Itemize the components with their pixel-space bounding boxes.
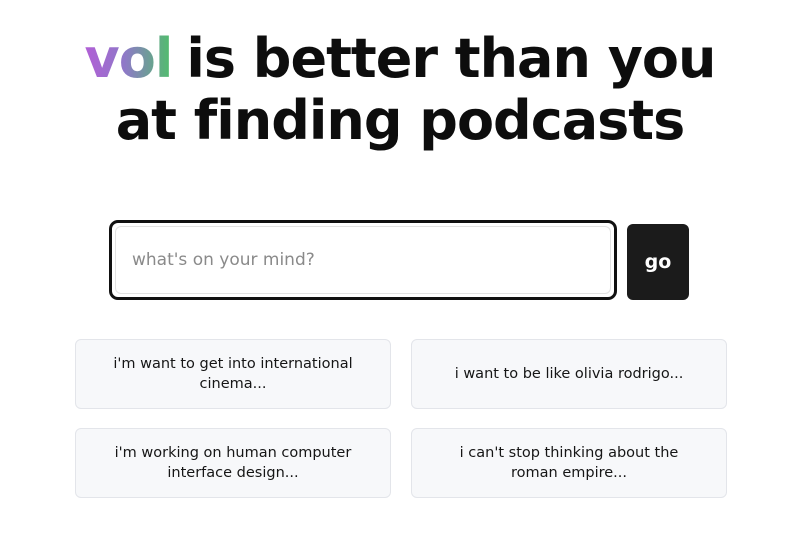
go-button[interactable]: go	[627, 224, 689, 300]
headline: vol is better than you at finding podcast…	[0, 28, 800, 152]
headline-line-2: at finding podcasts	[115, 89, 686, 152]
search-input[interactable]	[115, 226, 611, 294]
brand-logo: vol	[84, 27, 174, 90]
suggestion-card[interactable]: i want to be like olivia rodrigo...	[411, 339, 727, 409]
headline-line-1-text: is better than you	[186, 27, 716, 90]
search-row: go	[109, 220, 691, 304]
suggestion-card[interactable]: i'm working on human computer interface …	[75, 428, 391, 498]
suggestion-card[interactable]: i'm want to get into international cinem…	[75, 339, 391, 409]
search-box	[109, 220, 617, 300]
suggestion-card[interactable]: i can't stop thinking about the roman em…	[411, 428, 727, 498]
headline-line-1: vol is better than you	[0, 28, 800, 90]
page: vol is better than you at finding podcast…	[0, 0, 800, 547]
suggestion-grid: i'm want to get into international cinem…	[75, 339, 728, 499]
